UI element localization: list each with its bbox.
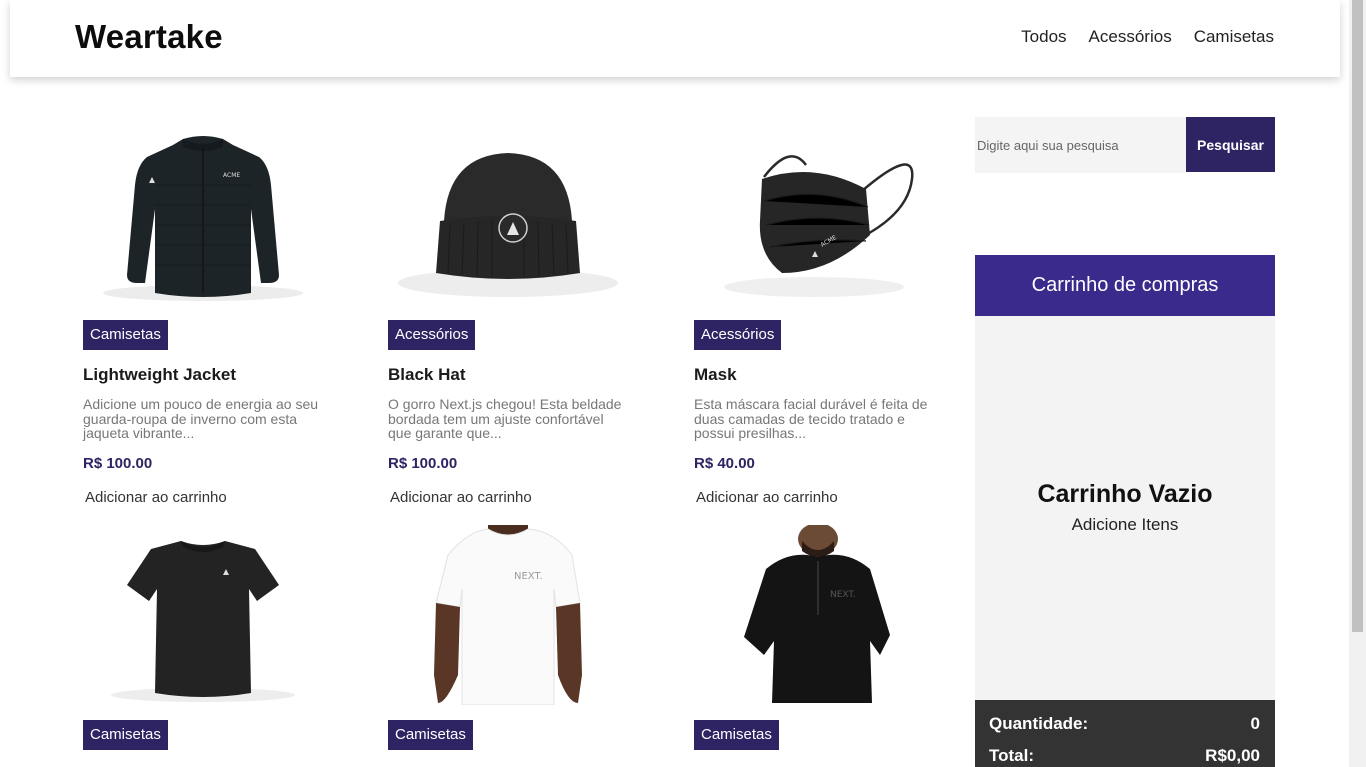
product-card: ACME Acessórios Mask Esta máscara facial… bbox=[694, 125, 934, 506]
add-to-cart-button[interactable]: Adicionar ao carrinho bbox=[85, 489, 227, 506]
product-card: ACME Camisetas Lightweight Jacket Adicio… bbox=[83, 125, 323, 506]
mask-image[interactable]: ACME bbox=[694, 125, 934, 305]
cart-title: Carrinho de compras bbox=[975, 255, 1275, 316]
brand-logo[interactable]: Weartake bbox=[75, 18, 223, 56]
shopping-cart: Carrinho de compras Carrinho Vazio Adici… bbox=[975, 255, 1275, 767]
scrollbar-thumb[interactable] bbox=[1352, 0, 1363, 632]
category-badge[interactable]: Acessórios bbox=[388, 320, 476, 350]
cart-empty-subtitle: Adicione Itens bbox=[1071, 515, 1179, 534]
nav-link-todos[interactable]: Todos bbox=[1021, 27, 1066, 47]
add-to-cart-button[interactable]: Adicionar ao carrinho bbox=[696, 489, 838, 506]
site-header: Weartake Todos Acessórios Camisetas bbox=[10, 0, 1340, 77]
category-badge[interactable]: Camisetas bbox=[83, 320, 168, 350]
product-title[interactable]: Mask bbox=[694, 365, 737, 385]
cart-total-label: Total: bbox=[989, 746, 1035, 765]
search-button[interactable]: Pesquisar bbox=[1186, 117, 1275, 172]
product-card: NEXT. Camisetas bbox=[694, 523, 934, 750]
product-price: R$ 100.00 bbox=[388, 455, 458, 472]
page-scrollbar[interactable] bbox=[1349, 0, 1366, 767]
cart-quantity-value: 0 bbox=[1250, 714, 1260, 733]
category-badge[interactable]: Acessórios bbox=[694, 320, 782, 350]
product-description: Adicione um pouco de energia ao seu guar… bbox=[83, 396, 319, 441]
product-price: R$ 40.00 bbox=[694, 455, 755, 472]
black-windbreaker-image[interactable]: NEXT. bbox=[694, 523, 934, 705]
product-title[interactable]: Lightweight Jacket bbox=[83, 365, 236, 385]
product-description: Esta máscara facial durável é feita de d… bbox=[694, 396, 928, 441]
svg-text:NEXT.: NEXT. bbox=[514, 571, 543, 582]
product-card: NEXT. Camisetas bbox=[388, 525, 628, 750]
black-tshirt-image[interactable] bbox=[83, 525, 323, 705]
beanie-image[interactable] bbox=[388, 125, 628, 305]
nav-link-camisetas[interactable]: Camisetas bbox=[1194, 27, 1274, 47]
add-to-cart-button[interactable]: Adicionar ao carrinho bbox=[390, 489, 532, 506]
svg-text:ACME: ACME bbox=[223, 172, 240, 179]
category-badge[interactable]: Camisetas bbox=[83, 720, 168, 750]
cart-total-row: Total: R$0,00 bbox=[989, 746, 1260, 766]
cart-summary: Quantidade: 0 Total: R$0,00 bbox=[975, 700, 1275, 767]
nav-link-acessorios[interactable]: Acessórios bbox=[1089, 27, 1172, 47]
svg-text:NEXT.: NEXT. bbox=[830, 590, 856, 600]
search-input[interactable] bbox=[975, 117, 1186, 173]
product-description: O gorro Next.js chegou! Esta beldade bor… bbox=[388, 396, 622, 441]
main-nav: Todos Acessórios Camisetas bbox=[1021, 27, 1274, 47]
product-card: Camisetas bbox=[83, 525, 323, 750]
white-tshirt-image[interactable]: NEXT. bbox=[388, 525, 628, 706]
search-bar: Pesquisar bbox=[975, 117, 1275, 173]
cart-empty-state: Carrinho Vazio Adicione Itens bbox=[975, 480, 1275, 535]
cart-empty-title: Carrinho Vazio bbox=[1037, 480, 1213, 508]
category-badge[interactable]: Camisetas bbox=[694, 720, 779, 750]
cart-total-value: R$0,00 bbox=[1205, 746, 1260, 765]
product-title[interactable]: Black Hat bbox=[388, 365, 465, 385]
jacket-image[interactable]: ACME bbox=[83, 125, 323, 305]
product-card: Acessórios Black Hat O gorro Next.js che… bbox=[388, 125, 628, 506]
cart-quantity-row: Quantidade: 0 bbox=[989, 714, 1260, 734]
cart-quantity-label: Quantidade: bbox=[989, 714, 1089, 733]
product-price: R$ 100.00 bbox=[83, 455, 153, 472]
category-badge[interactable]: Camisetas bbox=[388, 720, 473, 750]
